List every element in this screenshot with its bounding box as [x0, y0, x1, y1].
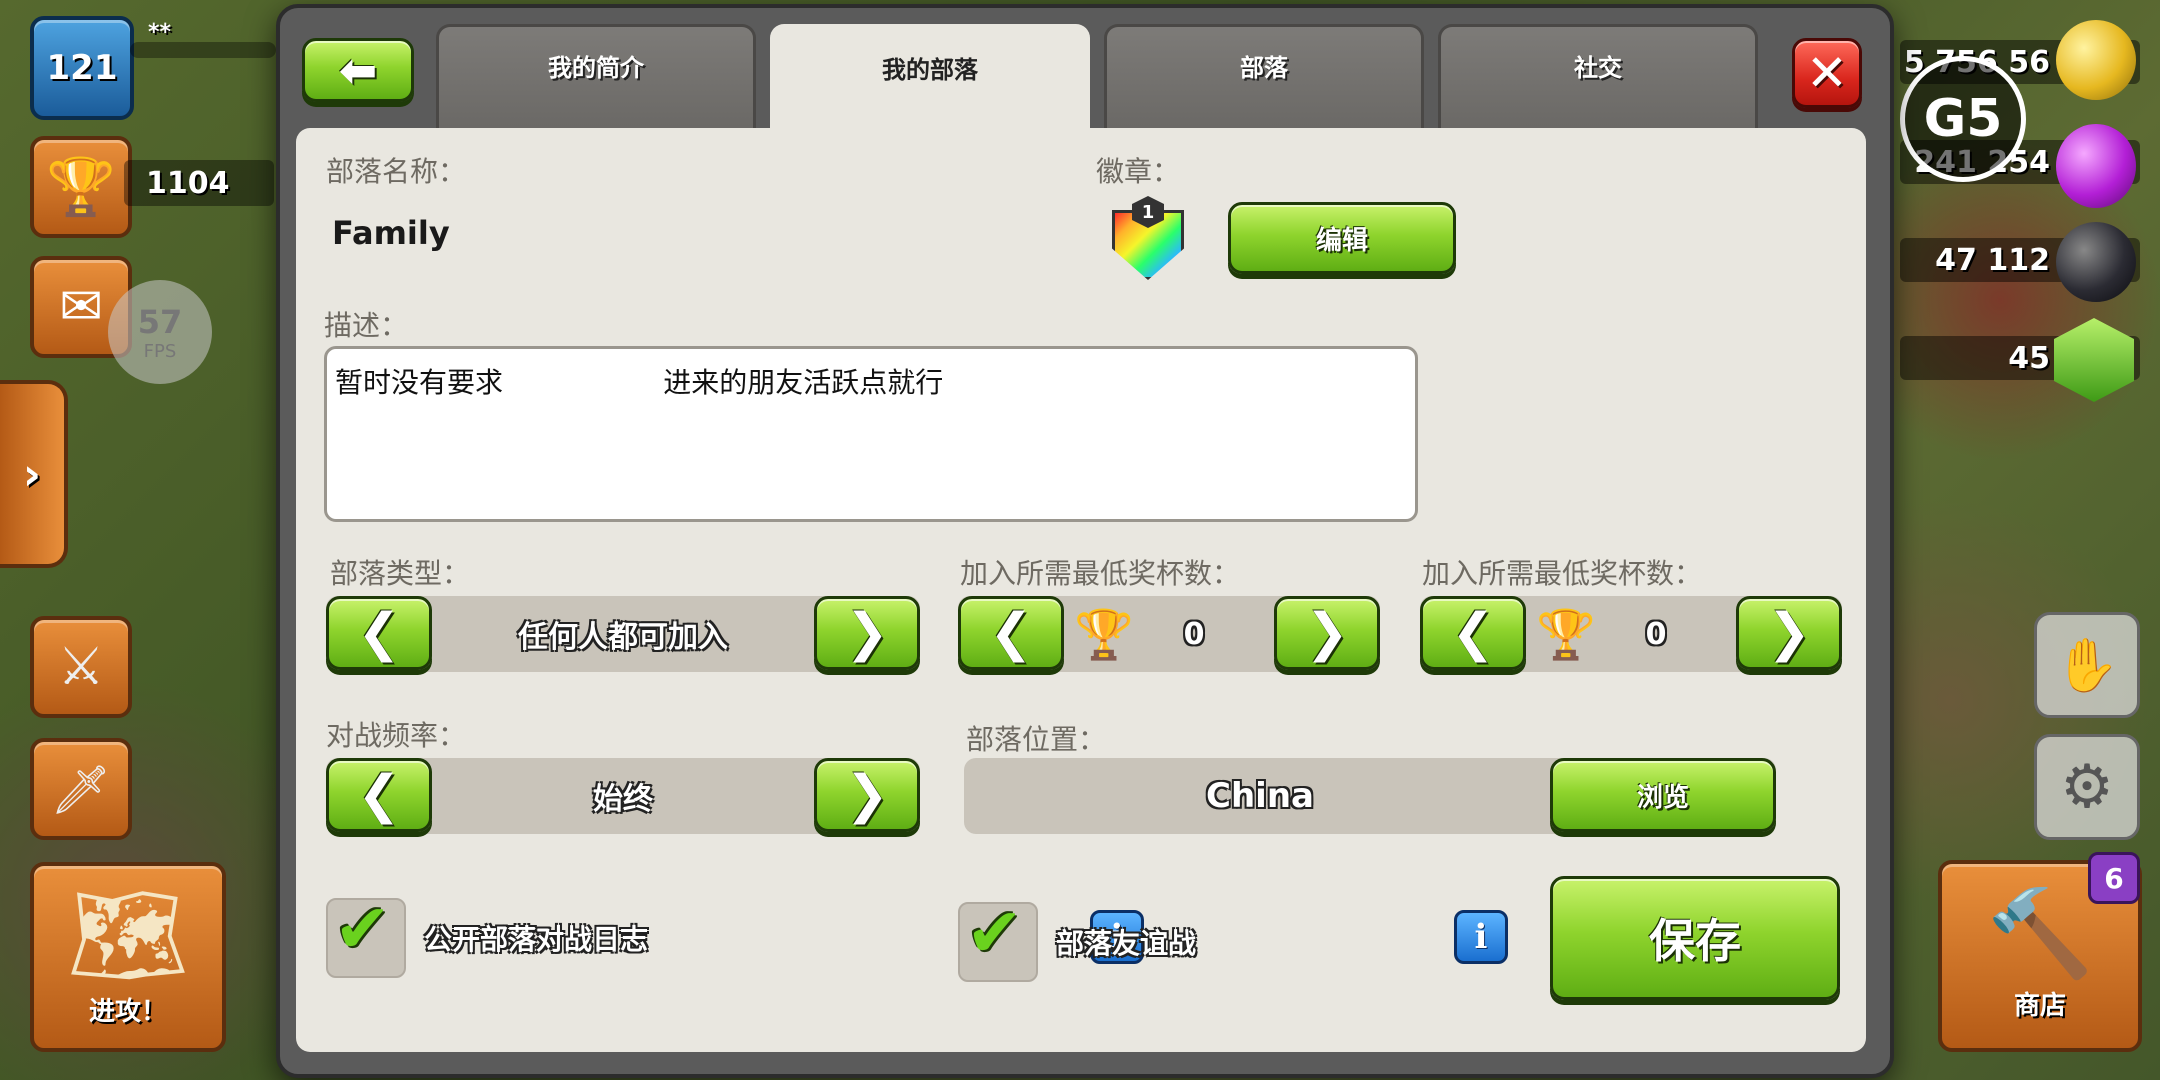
attack-button[interactable]: 🗺 进攻！	[30, 862, 226, 1052]
badge-level-value: 1	[1141, 201, 1155, 223]
shop-badge-count: 6	[2104, 861, 2124, 895]
close-button[interactable]: ✕	[1792, 38, 1862, 108]
war-frequency-next-button[interactable]: ❯	[814, 758, 920, 832]
elixir-icon	[2056, 124, 2136, 208]
brand-logo-text: G5	[1923, 89, 2003, 149]
mail-icon: ✉	[59, 277, 103, 337]
tab-my-profile[interactable]: 我的简介	[436, 24, 756, 132]
public-war-log-label: 公开部落对战日志	[424, 923, 649, 956]
close-icon: ✕	[1806, 44, 1848, 102]
chevron-right-icon: ❯	[1305, 603, 1349, 663]
tab-clans-label: 部落	[1240, 54, 1288, 82]
war-frequency-prev-button[interactable]: ❮	[326, 758, 432, 832]
save-button[interactable]: 保存	[1550, 876, 1840, 1000]
war-frequency-value: 始终	[593, 782, 653, 817]
clan-type-prev-button[interactable]: ❮	[326, 596, 432, 670]
clan-name-field[interactable]: Family	[332, 214, 450, 252]
badge-label: 徽章：	[1096, 155, 1181, 188]
clan-type-label: 部落类型：	[330, 557, 471, 590]
public-war-log-checkbox[interactable]: ✔	[326, 890, 406, 978]
builder-icon: 🗡	[50, 761, 112, 818]
edit-badge-button[interactable]: 编辑	[1228, 202, 1456, 274]
chevron-left-icon: ❮	[357, 603, 401, 663]
clan-settings-panel: 部落名称： Family 徽章： 1 编辑 描述： 暂时没有要求 进来的朋友活跃…	[296, 128, 1866, 1052]
gold-icon	[2056, 20, 2136, 100]
fps-label: FPS	[143, 340, 177, 362]
location-label: 部落位置：	[966, 723, 1107, 756]
min-trophies-label: 加入所需最低奖杯数：	[960, 557, 1241, 590]
gear-icon: ⚙	[2060, 752, 2114, 822]
level-badge[interactable]: 121	[30, 16, 134, 120]
chevron-left-icon: ❮	[1451, 603, 1495, 663]
war-button[interactable]: ⚔	[30, 616, 132, 718]
min-trophies-next-button[interactable]: ❯	[1274, 596, 1380, 670]
attack-label: 进攻！	[88, 996, 167, 1027]
trophy-icon: 🏆	[46, 155, 116, 220]
tab-social[interactable]: 社交	[1438, 24, 1758, 132]
friendly-war-checkbox[interactable]: ✔	[958, 894, 1038, 982]
trophy-icon: 🏆	[1074, 607, 1134, 663]
builder-base-button[interactable]: 🗡	[30, 738, 132, 840]
war-frequency-label: 对战频率：	[326, 719, 467, 752]
clan-name-label: 部落名称：	[326, 155, 467, 188]
min-builder-trophies-value: 0	[1645, 616, 1667, 652]
back-button[interactable]: ⬅	[302, 38, 414, 102]
min-builder-trophies-prev-button[interactable]: ❮	[1420, 596, 1526, 670]
description-text: 暂时没有要求 进来的朋友活跃点就行	[335, 366, 944, 399]
fps-value: 57	[137, 302, 183, 341]
min-trophies-value: 0	[1183, 616, 1205, 652]
checkmark-icon: ✔	[334, 890, 391, 969]
shop-badge: 6	[2088, 852, 2140, 904]
hammer-coins-icon: 🔨	[1986, 883, 2094, 984]
dark-elixir-amount: 47 112	[1935, 242, 2050, 278]
move-buildings-button[interactable]: ✋	[2034, 612, 2140, 718]
description-textarea[interactable]: 暂时没有要求 进来的朋友活跃点就行	[324, 346, 1418, 522]
clan-settings-dialog: ⬅ 我的简介 我的部落 部落 社交 ✕ 部落名称： Family 徽章： 1 编…	[276, 4, 1894, 1078]
shop-label: 商店	[2013, 990, 2066, 1021]
tab-my-clan[interactable]: 我的部落	[770, 24, 1090, 136]
tab-social-label: 社交	[1574, 54, 1622, 82]
tab-clans[interactable]: 部落	[1104, 24, 1424, 132]
move-hand-icon: ✋	[2054, 635, 2120, 696]
min-trophies-prev-button[interactable]: ❮	[958, 596, 1064, 670]
friendly-war-info-button[interactable]: i	[1454, 910, 1508, 964]
tab-my-profile-label: 我的简介	[548, 54, 644, 82]
info-icon: i	[1474, 917, 1488, 957]
brand-logo: G5	[1900, 56, 2026, 182]
tab-my-clan-label: 我的部落	[882, 56, 978, 84]
crossed-swords-icon: ⚔	[57, 637, 105, 697]
chevron-right-icon: ❯	[845, 765, 889, 825]
fps-counter: 57 FPS	[108, 280, 212, 384]
level-value: 121	[46, 48, 118, 88]
edit-badge-label: 编辑	[1315, 225, 1368, 256]
clan-type-next-button[interactable]: ❯	[814, 596, 920, 670]
map-icon: 🗺	[67, 878, 189, 991]
min-builder-trophies-next-button[interactable]: ❯	[1736, 596, 1842, 670]
chevron-right-icon: ❯	[845, 603, 889, 663]
browse-location-label: 浏览	[1636, 782, 1689, 813]
location-value: China	[1206, 776, 1314, 816]
back-arrow-icon: ⬅	[338, 43, 378, 97]
clan-type-value: 任何人都可加入	[518, 620, 728, 655]
chevron-left-icon: ❮	[989, 603, 1033, 663]
settings-button[interactable]: ⚙	[2034, 734, 2140, 840]
checkmark-icon: ✔	[966, 894, 1023, 973]
chevron-right-icon: ❯	[1767, 603, 1811, 663]
min-builder-trophies-label: 加入所需最低奖杯数：	[1422, 557, 1703, 590]
chevron-right-icon: ›	[22, 448, 42, 500]
dark-elixir-icon	[2056, 222, 2136, 302]
xp-bar	[130, 42, 276, 58]
trophy-count: 1104	[146, 166, 230, 201]
clan-badge: 1	[1112, 196, 1184, 280]
save-label: 保存	[1649, 914, 1741, 968]
browse-location-button[interactable]: 浏览	[1550, 758, 1776, 832]
expand-side-button[interactable]: ›	[0, 380, 68, 568]
trophy-button[interactable]: 🏆	[30, 136, 132, 238]
description-label: 描述：	[324, 309, 409, 342]
friendly-war-label: 部落友谊战	[1056, 927, 1197, 960]
builder-trophy-icon: 🏆	[1536, 607, 1596, 663]
chevron-left-icon: ❮	[357, 765, 401, 825]
gems-amount: 45	[2008, 340, 2050, 376]
